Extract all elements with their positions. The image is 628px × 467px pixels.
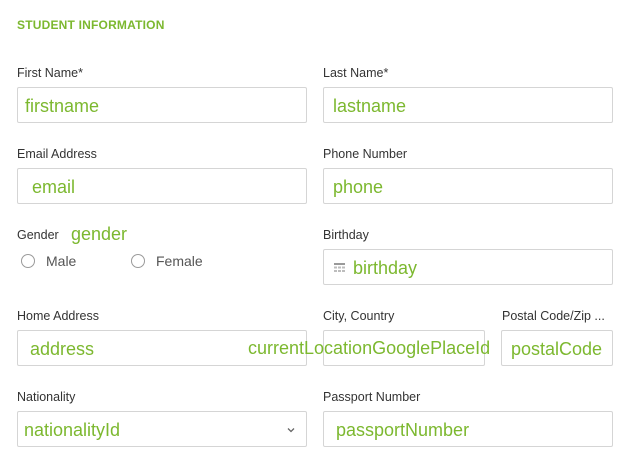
postal-code-input[interactable]: postalCode (501, 330, 613, 366)
city-country-label: City, Country (323, 309, 395, 323)
birthday-value: birthday (353, 258, 418, 278)
home-address-value: address (30, 339, 95, 359)
city-country-value: currentLocationGooglePlaceId (248, 338, 491, 358)
gender-option-male[interactable]: Male (21, 251, 76, 271)
passport-number-value: passportNumber (336, 420, 470, 440)
phone-field[interactable]: phone (323, 168, 613, 204)
phone-value: phone (333, 177, 384, 197)
birthday-input[interactable]: birthday (323, 249, 613, 285)
birthday-label: Birthday (323, 228, 369, 242)
nationality-label: Nationality (17, 390, 76, 404)
female-radio[interactable] (131, 254, 145, 268)
passport-label: Passport Number (323, 390, 421, 404)
last-name-value: lastname (333, 96, 407, 116)
gender-value: gender (71, 224, 128, 244)
chevron-down-icon (287, 428, 295, 433)
male-radio[interactable] (21, 254, 35, 268)
last-name-input[interactable]: lastname (323, 87, 613, 123)
email-value: email (32, 177, 76, 197)
passport-number-input[interactable]: passportNumber (323, 411, 613, 447)
home-address-label: Home Address (17, 309, 99, 323)
first-name-input[interactable]: firstname (17, 87, 307, 123)
female-label: Female (156, 253, 203, 269)
section-title: STUDENT INFORMATION (17, 18, 165, 32)
male-label: Male (46, 253, 77, 269)
nationality-select[interactable]: nationalityId (17, 411, 307, 447)
gender-option-female[interactable]: Female (131, 251, 203, 271)
postal-code-label: Postal Code/Zip ... (502, 309, 605, 323)
email-field[interactable]: email (17, 168, 307, 204)
nationality-value: nationalityId (24, 420, 121, 440)
first-name-label: First Name* (17, 66, 83, 80)
phone-label: Phone Number (323, 147, 408, 161)
last-name-label: Last Name* (323, 66, 389, 80)
gender-label: Gender (17, 228, 59, 242)
postal-code-value: postalCode (511, 339, 603, 359)
first-name-value: firstname (25, 96, 100, 116)
calendar-icon (334, 263, 345, 272)
email-label: Email Address (17, 147, 97, 161)
student-information-form: STUDENT INFORMATION First Name* firstnam… (0, 0, 628, 467)
